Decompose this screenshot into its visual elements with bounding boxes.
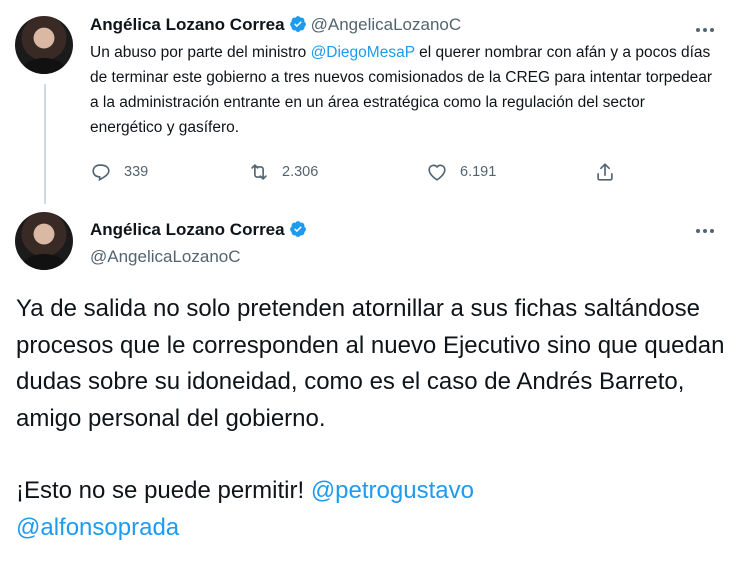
tweet-text-segment: Un abuso por parte del ministro	[90, 44, 311, 61]
mention-link[interactable]: @DiegoMesaP	[311, 44, 415, 61]
tweet-actions: 339 2.306 6.191	[90, 158, 630, 186]
heart-icon	[428, 164, 446, 181]
reply-count: 339	[124, 164, 149, 180]
tweet-2-header: Angélica Lozano Correa @AngelicaLozanoC	[90, 217, 311, 271]
mention-link[interactable]: @petrogustavo	[311, 477, 474, 504]
like-count: 6.191	[460, 164, 497, 180]
author-name[interactable]: Angélica Lozano Correa	[90, 15, 285, 34]
tweet-paragraph: Ya de salida no solo pretenden atornilla…	[16, 295, 725, 432]
author-handle[interactable]: @AngelicaLozanoC	[311, 15, 462, 34]
tweet-paragraph: ¡Esto no se puede permitir! @petrogustav…	[16, 473, 732, 546]
avatar[interactable]	[15, 16, 73, 74]
author-name[interactable]: Angélica Lozano Correa	[90, 220, 285, 239]
tweet-2-text: Ya de salida no solo pretenden atornilla…	[16, 291, 732, 546]
verified-badge-icon	[289, 221, 306, 237]
verified-badge-icon	[289, 16, 306, 32]
retweet-count: 2.306	[282, 164, 319, 180]
author-handle[interactable]: @AngelicaLozanoC	[90, 247, 241, 266]
avatar[interactable]	[15, 212, 73, 270]
share-button[interactable]	[594, 161, 616, 183]
thread-connector-line	[44, 84, 46, 204]
reply-button[interactable]: 339	[90, 161, 148, 183]
mention-link[interactable]: @alfonsoprada	[16, 514, 179, 541]
share-icon	[597, 163, 613, 181]
more-options-icon[interactable]	[696, 26, 718, 34]
retweet-icon	[251, 164, 267, 180]
reply-icon	[92, 164, 110, 182]
tweet-text-segment: ¡Esto no se puede permitir!	[16, 477, 311, 504]
tweet-1-text: Un abuso por parte del ministro @DiegoMe…	[90, 40, 720, 140]
tweet-1-header: Angélica Lozano Correa @AngelicaLozanoC	[90, 15, 461, 35]
like-button[interactable]: 6.191	[426, 161, 496, 183]
more-options-icon[interactable]	[696, 227, 718, 235]
retweet-button[interactable]: 2.306	[248, 161, 318, 183]
